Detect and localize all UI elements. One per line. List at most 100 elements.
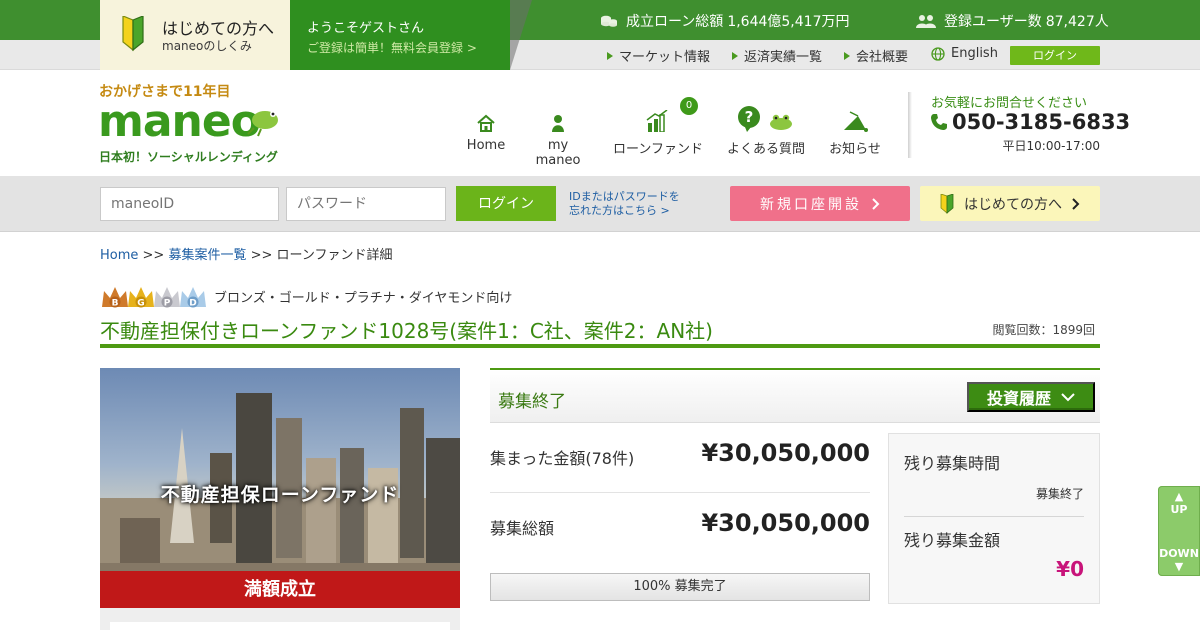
subnav-market-info[interactable]: マーケット情報 [607,46,710,65]
remaining-time-value: 募集終了 [1035,487,1084,501]
nav-label: Home [466,138,506,153]
crown-letter: P [164,299,171,309]
total-amount-value: ¥30,050,000 [701,509,870,537]
breadcrumb-fund-list[interactable]: 募集案件一覧 [168,248,246,263]
site-header: おかげさまで11年目 maneo 日本初！ソーシャルレンディング Home my… [0,70,1200,176]
total-loans-value: 1,644億5,417万円 [727,14,850,30]
logo-subtitle: 日本初！ソーシャルレンディング [99,150,278,164]
chevron-right-icon [872,197,880,210]
scroll-up-label: UP [1170,503,1188,516]
contact-divider [908,92,912,158]
triangle-up-icon: ▲ [1174,490,1184,503]
breadcrumb: Home >> 募集案件一覧 >> ローンファンド詳細 [100,244,393,263]
nav-my-maneo[interactable]: my maneo [524,106,592,168]
beginner-guide-tab[interactable]: はじめての方へ maneoのしくみ [100,0,290,70]
title-rule [100,344,1100,348]
total-amount-label: 募集総額 [490,519,555,538]
contact-phone[interactable]: 050-3185-6833 [930,110,1130,134]
triangle-bullet-icon [607,51,613,60]
investment-history-button[interactable]: 投資履歴 [967,382,1095,412]
welcome-panel: ようこそゲストさん ご登録は簡単！無料会員登録 > [290,0,510,70]
maneo-id-input[interactable] [100,187,279,221]
crown-diamond-icon: D [180,287,206,309]
users-label: 登録ユーザー数 [944,14,1042,30]
forgot-line-1: IDまたはパスワードを [569,190,680,203]
beginner-subtitle: maneoのしくみ [162,39,252,53]
breadcrumb-separator: >> [138,248,169,263]
person-icon [552,115,564,132]
globe-icon [931,46,945,61]
svg-text:?: ? [745,108,754,126]
breadcrumb-home[interactable]: Home [100,248,138,263]
remaining-divider [904,516,1084,517]
nav-faq[interactable]: ? よくある質問 [724,106,808,157]
investment-history-label: 投資履歴 [986,391,1051,408]
maneo-logo[interactable]: maneo [98,96,284,148]
login-bar: ログイン IDまたはパスワードを 忘れた方はこちら > 新規口座開設 はじめての… [0,176,1200,232]
fund-status-header: 募集終了 投資履歴 [490,368,1100,423]
breadcrumb-separator: >> [246,248,277,263]
funding-progress-text: 100% 募集完了 [633,579,727,594]
subnav-label: 返済実績一覧 [744,50,823,65]
forgot-line-2: 忘れた方はこちら > [569,204,670,217]
fund-image-caption: 不動産担保ローンファンド [160,484,400,506]
subnav-company-overview[interactable]: 会社概要 [844,46,908,65]
forgot-credentials-link[interactable]: IDまたはパスワードを 忘れた方はこちら > [569,190,680,218]
triangle-bullet-icon [732,51,738,60]
remaining-time-label: 残り募集時間 [904,454,1001,473]
subnav-repayment-record[interactable]: 返済実績一覧 [732,46,822,65]
scroll-up-button[interactable]: ▲ UP [1158,490,1200,516]
maneo-logo-mark: maneo [98,96,278,147]
users-value: 87,427人 [1045,14,1109,30]
register-link[interactable]: ご登録は簡単！無料会員登録 > [307,39,477,56]
loan-fund-count-badge: 0 [680,97,698,115]
password-input[interactable] [286,187,446,221]
remaining-amount-label: 残り募集金額 [904,531,1001,550]
chevron-right-icon [1072,197,1080,210]
view-count: 閲覧回数：1899回 [992,321,1095,338]
beginner-leaf-icon [940,193,954,214]
crown-letter: G [137,299,144,309]
question-icon: ? [738,106,792,132]
rank-crowns: B G P D [100,283,206,309]
open-account-button[interactable]: 新規口座開設 [730,186,910,221]
collected-amount-label: 集まった金額(78件) [490,449,635,468]
remaining-amount-value: ¥0 [1056,557,1084,581]
crown-letter: D [189,299,196,309]
remaining-info-box: 残り募集時間 募集終了 残り募集金額 ¥0 [888,433,1100,604]
scroll-widget: ▲ UP DOWN ▼ [1158,486,1200,576]
scroll-down-button[interactable]: DOWN ▼ [1158,547,1200,573]
welcome-greeting: ようこそゲストさん [307,21,425,36]
total-amount-row: 募集総額 ¥30,050,000 [490,493,870,563]
beginner-leaf-icon [122,16,144,52]
users-icon [916,15,936,28]
triangle-down-icon: ▼ [1174,560,1184,573]
view-count-label: 閲覧回数： [992,323,1053,337]
fully-funded-band: 満額成立 [100,571,460,608]
home-icon [477,114,495,132]
nav-label: お知らせ [829,142,881,157]
beginner-title: はじめての方へ [162,19,275,38]
subnav-english[interactable]: English [931,46,998,61]
welcome-tail-shadow [510,0,532,70]
crown-letter: B [112,299,119,309]
subnav-label: English [951,46,998,61]
beginner-button[interactable]: はじめての方へ [920,186,1100,221]
chevron-down-icon [1061,392,1075,401]
subnav-label: マーケット情報 [619,50,711,65]
open-account-label: 新規口座開設 [760,196,862,213]
fund-hero-image: 不動産担保ローンファンド 満額成立 [100,368,460,608]
view-count-value: 1899回 [1052,323,1095,337]
collected-amount-value: ¥30,050,000 [701,439,870,467]
hero-below-inner [110,622,450,630]
fund-status: 募集終了 [498,392,566,412]
funding-progress-bar: 100% 募集完了 [490,573,870,601]
target-ranks: B G P D ブロンズ・ゴールド・プラチナ・ダイヤモンド向け [100,283,512,309]
triangle-bullet-icon [844,51,850,60]
nav-news[interactable]: お知らせ [826,106,884,157]
login-button[interactable]: ログイン [456,186,556,221]
subnav-label: 会社概要 [856,50,909,65]
nav-home[interactable]: Home [466,106,506,153]
top-login-button[interactable]: ログイン [1010,46,1100,65]
scroll-down-label: DOWN [1159,547,1199,560]
